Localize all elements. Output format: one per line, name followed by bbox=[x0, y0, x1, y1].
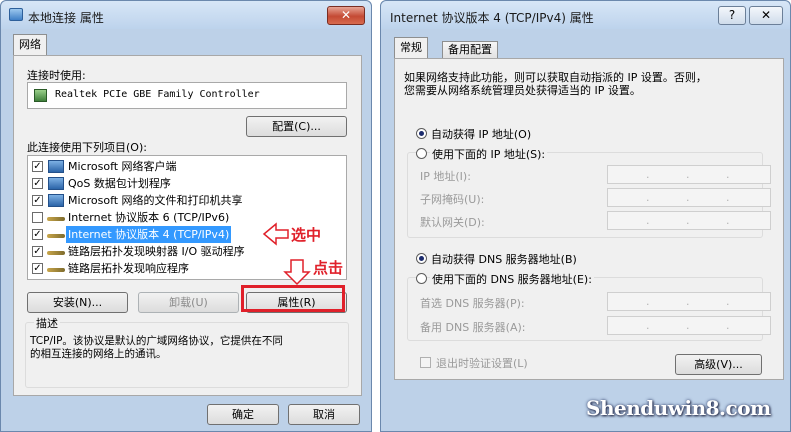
annotation-click: 点击 bbox=[313, 259, 344, 277]
watermark: Shenduwin8.com bbox=[586, 396, 771, 420]
validate-label: 退出时验证设置(L) bbox=[436, 357, 528, 370]
annotation-select: 选中 bbox=[291, 226, 322, 244]
uninstall-button: 卸载(U) bbox=[138, 292, 239, 313]
connect-using-label: 连接时使用: bbox=[27, 69, 86, 82]
adapter-name: Realtek PCIe GBE Family Controller bbox=[55, 89, 260, 100]
title-bar: Internet 协议版本 4 (TCP/IPv4) 属性 ? ✕ bbox=[381, 1, 790, 29]
ip-auto-label: 自动获得 IP 地址(O) bbox=[431, 128, 532, 141]
adapter-field: Realtek PCIe GBE Family Controller bbox=[27, 82, 347, 109]
tab-general[interactable]: 常规 bbox=[394, 37, 428, 59]
protocol-icon bbox=[47, 217, 65, 221]
protocol-icon bbox=[47, 251, 65, 255]
alternate-dns-field: ... bbox=[607, 316, 771, 335]
left-arrow-icon bbox=[262, 222, 289, 246]
ok-button[interactable]: 确定 bbox=[207, 404, 279, 425]
item-label: 链路层拓扑发现映射器 I/O 驱动程序 bbox=[68, 245, 245, 258]
list-item[interactable]: ✓ QoS 数据包计划程序 bbox=[28, 175, 346, 192]
item-checkbox[interactable]: ✓ bbox=[32, 161, 43, 172]
ip-address-field: ... bbox=[607, 165, 771, 184]
dns-manual-label: 使用下面的 DNS 服务器地址(E): bbox=[430, 271, 594, 287]
highlight-box bbox=[241, 285, 345, 312]
configure-button[interactable]: 配置(C)... bbox=[246, 116, 347, 137]
title-bar: 本地连接 属性 ✕ bbox=[1, 1, 371, 29]
description-label: 描述 bbox=[34, 315, 60, 331]
validate-checkbox bbox=[420, 357, 431, 368]
protocol-icon bbox=[47, 268, 65, 272]
qos-icon bbox=[48, 177, 64, 190]
local-connection-properties-dialog: 本地连接 属性 ✕ 网络 连接时使用: Realtek PCIe GBE Fam… bbox=[0, 0, 372, 432]
intro-text-line-2: 您需要从网络系统管理员处获得适当的 IP 设置。 bbox=[404, 84, 641, 97]
general-tab-panel: 如果网络支持此功能，则可以获取自动指派的 IP 设置。否则， 您需要从网络系统管… bbox=[394, 58, 784, 380]
protocol-icon bbox=[47, 234, 65, 238]
alternate-dns-label: 备用 DNS 服务器(A): bbox=[420, 321, 526, 334]
file-share-icon bbox=[48, 194, 64, 207]
dialog-title: Internet 协议版本 4 (TCP/IPv4) 属性 bbox=[390, 11, 594, 25]
item-checkbox[interactable]: ✓ bbox=[32, 246, 43, 257]
list-item[interactable]: ✓ Microsoft 网络客户端 bbox=[28, 158, 346, 175]
ipv4-properties-dialog: Internet 协议版本 4 (TCP/IPv4) 属性 ? ✕ 常规 备用配… bbox=[380, 0, 791, 432]
cancel-button[interactable]: 取消 bbox=[288, 404, 360, 425]
list-item[interactable]: ✓ Microsoft 网络的文件和打印机共享 bbox=[28, 192, 346, 209]
dns-manual-radio[interactable] bbox=[416, 273, 427, 284]
subnet-mask-field: ... bbox=[607, 188, 771, 207]
item-checkbox[interactable]: ✓ bbox=[32, 263, 43, 274]
install-button[interactable]: 安装(N)... bbox=[27, 292, 128, 313]
item-label: Microsoft 网络的文件和打印机共享 bbox=[68, 194, 243, 207]
default-gateway-label: 默认网关(D): bbox=[420, 216, 485, 229]
item-checkbox[interactable] bbox=[32, 212, 43, 223]
tab-network[interactable]: 网络 bbox=[13, 34, 47, 56]
network-connection-icon bbox=[9, 8, 23, 21]
dialog-title: 本地连接 属性 bbox=[28, 11, 104, 25]
preferred-dns-field: ... bbox=[607, 292, 771, 311]
down-arrow-icon bbox=[283, 259, 311, 286]
description-text-line-2: 的相互连接的网络上的通讯。 bbox=[30, 348, 167, 360]
close-icon: ✕ bbox=[340, 8, 352, 22]
network-client-icon bbox=[48, 160, 64, 173]
help-icon: ? bbox=[728, 8, 736, 22]
item-checkbox[interactable]: ✓ bbox=[32, 229, 43, 240]
items-label: 此连接使用下列项目(O): bbox=[27, 141, 147, 154]
tab-alternate-config[interactable]: 备用配置 bbox=[442, 41, 498, 59]
help-button[interactable]: ? bbox=[718, 6, 746, 25]
network-adapter-icon bbox=[34, 89, 47, 102]
item-label: Microsoft 网络客户端 bbox=[68, 160, 177, 173]
ip-auto-radio[interactable] bbox=[416, 128, 427, 139]
item-checkbox[interactable]: ✓ bbox=[32, 195, 43, 206]
ip-manual-label: 使用下面的 IP 地址(S): bbox=[430, 146, 548, 162]
advanced-button[interactable]: 高级(V)... bbox=[675, 354, 762, 375]
ip-address-label: IP 地址(I): bbox=[420, 170, 471, 183]
item-label: 链路层拓扑发现响应程序 bbox=[68, 262, 189, 275]
dns-auto-radio[interactable] bbox=[416, 253, 427, 264]
close-button[interactable]: ✕ bbox=[749, 6, 783, 25]
close-button[interactable]: ✕ bbox=[327, 6, 365, 25]
close-icon: ✕ bbox=[760, 8, 772, 22]
default-gateway-field: ... bbox=[607, 211, 771, 230]
ip-manual-radio[interactable] bbox=[416, 148, 427, 159]
item-label: Internet 协议版本 4 (TCP/IPv4) bbox=[66, 226, 232, 243]
item-checkbox[interactable]: ✓ bbox=[32, 178, 43, 189]
preferred-dns-label: 首选 DNS 服务器(P): bbox=[420, 297, 525, 310]
dns-auto-label: 自动获得 DNS 服务器地址(B) bbox=[431, 253, 577, 266]
item-label: Internet 协议版本 6 (TCP/IPv6) bbox=[68, 211, 230, 224]
subnet-mask-label: 子网掩码(U): bbox=[420, 193, 485, 206]
item-label: QoS 数据包计划程序 bbox=[68, 177, 171, 190]
